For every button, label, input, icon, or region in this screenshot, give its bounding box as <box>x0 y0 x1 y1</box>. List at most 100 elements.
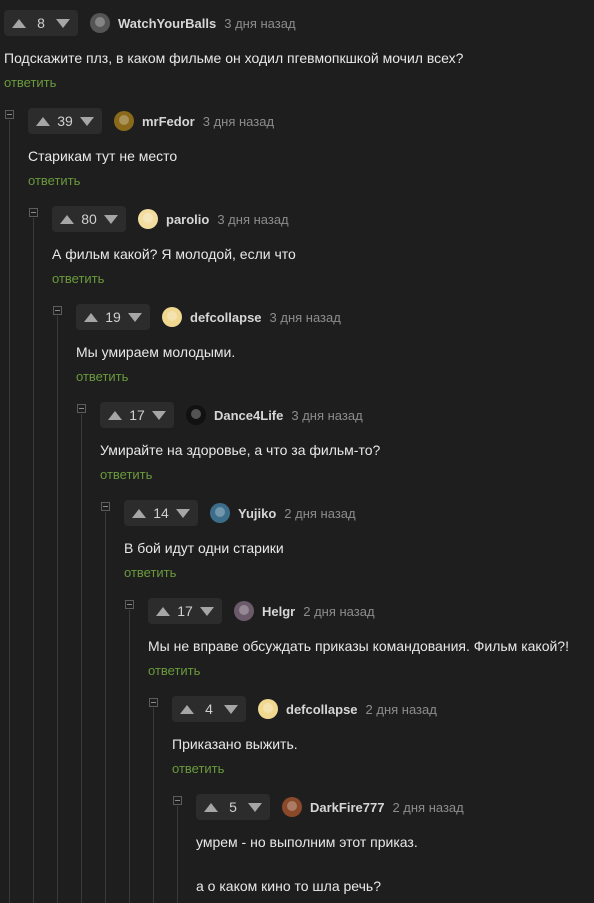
comment-score: 17 <box>129 407 145 423</box>
upvote-icon[interactable] <box>36 116 50 126</box>
downvote-icon[interactable] <box>223 704 238 714</box>
comment-time: 2 дня назад <box>365 701 437 717</box>
comment-text: Старикам тут не место <box>28 148 178 164</box>
username-link[interactable]: DarkFire777 <box>310 800 384 815</box>
vote-widget: 19 <box>76 304 150 330</box>
avatar[interactable] <box>162 307 182 327</box>
username-link[interactable]: Dance4Life <box>214 408 283 423</box>
downvote-icon[interactable] <box>55 18 70 28</box>
comment-text: умрем - но выполним этот приказ. <box>196 834 418 850</box>
comment-header: 17 Dance4Life 3 дня назад <box>100 401 594 429</box>
vote-widget: 14 <box>124 500 198 526</box>
comment-time: 3 дня назад <box>291 407 363 423</box>
comment-time: 3 дня назад <box>224 15 296 31</box>
avatar[interactable] <box>282 797 302 817</box>
comment-header: 19 defcollapse 3 дня назад <box>76 303 594 331</box>
downvote-icon[interactable] <box>151 410 166 420</box>
upvote-icon[interactable] <box>12 18 26 28</box>
comment: 17 Dance4Life 3 дня назад Умирайте на зд… <box>100 401 594 484</box>
avatar[interactable] <box>186 405 206 425</box>
thread-line <box>105 512 106 903</box>
thread-line <box>57 316 58 903</box>
thread-line <box>81 414 82 903</box>
reply-link[interactable]: ответить <box>28 173 80 188</box>
upvote-icon[interactable] <box>156 606 170 616</box>
comment-time: 3 дня назад <box>269 309 341 325</box>
reply-link[interactable]: ответить <box>172 761 224 776</box>
upvote-icon[interactable] <box>108 410 122 420</box>
upvote-icon[interactable] <box>60 214 74 224</box>
comment-header: 4 defcollapse 2 дня назад <box>172 695 594 723</box>
collapse-toggle[interactable] <box>53 306 62 315</box>
thread-line <box>33 218 34 903</box>
vote-widget: 4 <box>172 696 246 722</box>
upvote-icon[interactable] <box>180 704 194 714</box>
comment-score: 17 <box>177 603 193 619</box>
avatar[interactable] <box>138 209 158 229</box>
username-link[interactable]: parolio <box>166 212 209 227</box>
comment-score: 14 <box>153 505 169 521</box>
reply-link[interactable]: ответить <box>76 369 128 384</box>
reply-link[interactable]: ответить <box>100 467 152 482</box>
avatar[interactable] <box>210 503 230 523</box>
username-link[interactable]: defcollapse <box>286 702 358 717</box>
comment-score: 5 <box>229 799 237 815</box>
collapse-toggle[interactable] <box>29 208 38 217</box>
upvote-icon[interactable] <box>204 802 218 812</box>
vote-widget: 39 <box>28 108 102 134</box>
downvote-icon[interactable] <box>175 508 190 518</box>
comment-time: 2 дня назад <box>392 799 464 815</box>
username-link[interactable]: Helgr <box>262 604 295 619</box>
downvote-icon[interactable] <box>127 312 142 322</box>
avatar[interactable] <box>90 13 110 33</box>
upvote-icon[interactable] <box>132 508 146 518</box>
vote-widget: 17 <box>100 402 174 428</box>
reply-link[interactable]: ответить <box>124 565 176 580</box>
downvote-icon[interactable] <box>79 116 94 126</box>
comment: 19 defcollapse 3 дня назад Мы умираем мо… <box>76 303 594 386</box>
comment-header: 80 parolio 3 дня назад <box>52 205 594 233</box>
reply-link[interactable]: ответить <box>4 75 56 90</box>
collapse-toggle[interactable] <box>5 110 14 119</box>
comment-score: 4 <box>205 701 213 717</box>
thread-line <box>177 806 178 903</box>
username-link[interactable]: defcollapse <box>190 310 262 325</box>
collapse-toggle[interactable] <box>101 502 110 511</box>
comment-header: 14 Yujiko 2 дня назад <box>124 499 594 527</box>
avatar[interactable] <box>114 111 134 131</box>
vote-widget: 5 <box>196 794 270 820</box>
thread-line <box>9 120 10 903</box>
vote-widget: 8 <box>4 10 78 36</box>
thread-line <box>153 708 154 903</box>
comment-text: Подскажите плз, в каком фильме он ходил … <box>4 50 464 66</box>
comment-time: 2 дня назад <box>284 505 356 521</box>
comment-text: а о каком кино то шла речь? <box>196 878 381 894</box>
collapse-toggle[interactable] <box>173 796 182 805</box>
collapse-toggle[interactable] <box>125 600 134 609</box>
comment-time: 3 дня назад <box>202 113 275 129</box>
username-link[interactable]: Yujiko <box>238 506 276 521</box>
comment-text: В бой идут одни старики <box>124 540 284 556</box>
comment-text: Мы не вправе обсуждать приказы командова… <box>148 638 569 654</box>
downvote-icon[interactable] <box>199 606 214 616</box>
reply-link[interactable]: ответить <box>52 271 104 286</box>
reply-link[interactable]: ответить <box>148 663 200 678</box>
avatar[interactable] <box>234 601 254 621</box>
comment-score: 19 <box>105 309 121 325</box>
avatar[interactable] <box>258 699 278 719</box>
comment-time: 3 дня назад <box>217 211 289 227</box>
comment-text: А фильм какой? Я молодой, если что <box>52 246 296 262</box>
comment-score: 80 <box>81 211 97 227</box>
downvote-icon[interactable] <box>103 214 118 224</box>
comment-text: Приказано выжить. <box>172 736 298 752</box>
comment: 80 parolio 3 дня назад А фильм какой? Я … <box>52 205 594 288</box>
username-link[interactable]: WatchYourBalls <box>118 16 216 31</box>
downvote-icon[interactable] <box>247 802 262 812</box>
collapse-toggle[interactable] <box>77 404 86 413</box>
comment-text: Мы умираем молодыми. <box>76 344 236 360</box>
comment: 14 Yujiko 2 дня назад В бой идут одни ст… <box>124 499 594 582</box>
vote-widget: 17 <box>148 598 222 624</box>
upvote-icon[interactable] <box>84 312 98 322</box>
username-link[interactable]: mrFedor <box>142 114 195 129</box>
collapse-toggle[interactable] <box>149 698 158 707</box>
